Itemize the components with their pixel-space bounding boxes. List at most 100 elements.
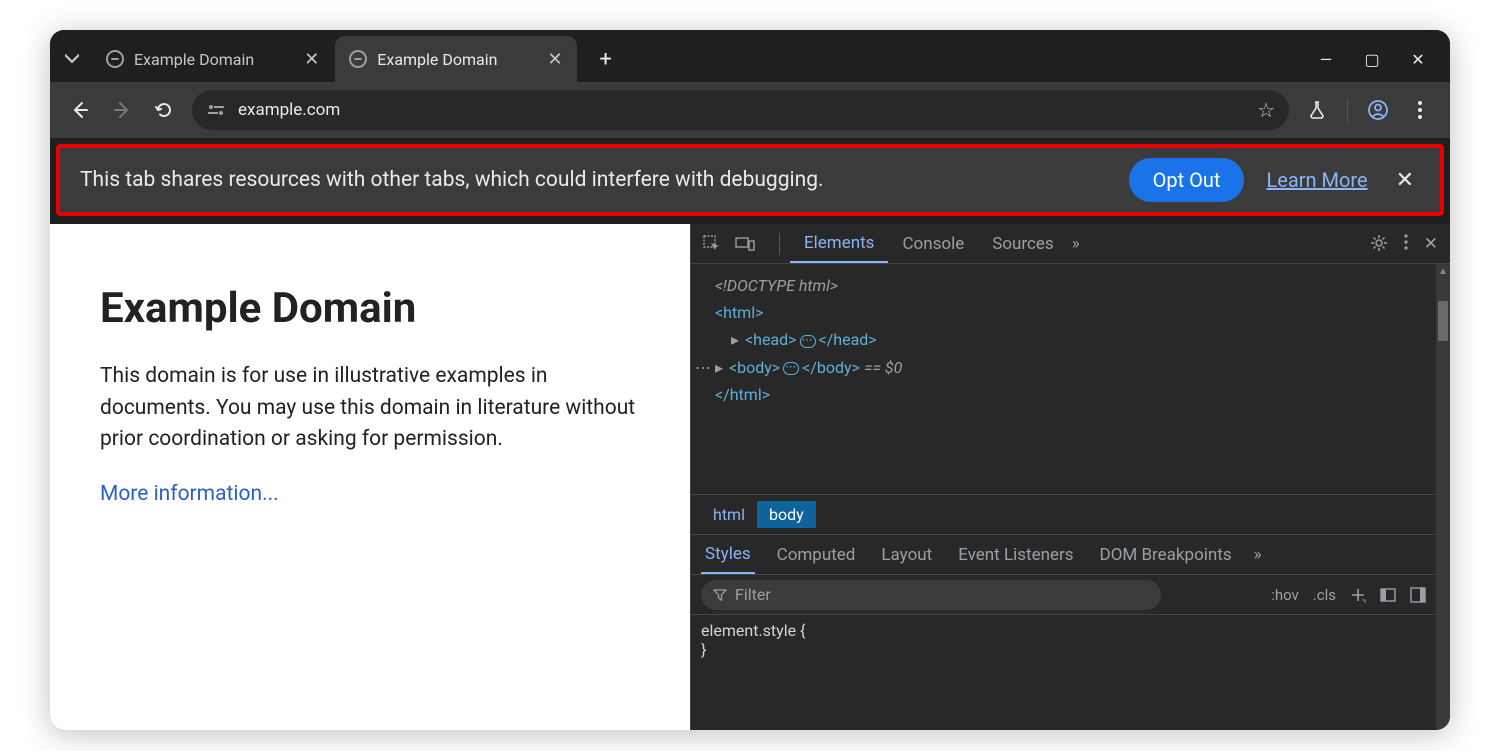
devtools-settings-button[interactable]: [1370, 234, 1388, 254]
subtabs-overflow[interactable]: »: [1254, 545, 1262, 565]
tabs-dropdown[interactable]: [60, 47, 84, 71]
profile-button[interactable]: [1360, 92, 1396, 128]
reload-icon: [154, 100, 174, 120]
panel-icon: [1380, 587, 1396, 603]
crumb-body[interactable]: body: [757, 501, 816, 528]
tab-close-button[interactable]: ✕: [547, 49, 562, 70]
infobar-close-button[interactable]: ✕: [1390, 168, 1420, 193]
filter-input[interactable]: Filter: [701, 580, 1161, 610]
expand-arrow-icon[interactable]: ▸: [731, 326, 745, 353]
device-toggle-button[interactable]: [735, 236, 755, 252]
devtools-tab-console[interactable]: Console: [888, 226, 978, 262]
filter-placeholder: Filter: [735, 585, 771, 604]
subtab-layout[interactable]: Layout: [877, 537, 936, 573]
tune-icon: [206, 103, 226, 117]
device-icon: [735, 236, 755, 252]
subtab-styles[interactable]: Styles: [701, 536, 755, 574]
toolbar-divider: [1347, 98, 1348, 122]
devtools-toolbar: Elements Console Sources » ✕: [691, 224, 1450, 264]
minimize-button[interactable]: —: [1316, 50, 1336, 69]
flask-icon: [1307, 100, 1327, 120]
dom-head-close: </head>: [819, 330, 877, 349]
gear-icon: [1370, 234, 1388, 252]
ellipsis-icon[interactable]: [783, 362, 799, 375]
bookmark-button[interactable]: ☆: [1257, 98, 1275, 122]
scroll-up-arrow[interactable]: ▲: [1436, 264, 1450, 277]
address-bar[interactable]: example.com ☆: [192, 90, 1289, 130]
devtools-main: <!DOCTYPE html> <html> ▸<head></head> ⋯ …: [691, 264, 1436, 730]
devtools-scrollbar[interactable]: ▲: [1436, 264, 1450, 730]
plus-icon: [1350, 587, 1366, 603]
crumb-html[interactable]: html: [701, 501, 757, 528]
devtools-body: <!DOCTYPE html> <html> ▸<head></head> ⋯ …: [691, 264, 1450, 730]
styles-filter-bar: Filter :hov .cls: [691, 575, 1436, 615]
tab-1[interactable]: Example Domain ✕: [335, 36, 576, 82]
tab-title: Example Domain: [134, 50, 254, 69]
hov-toggle[interactable]: :hov: [1271, 586, 1299, 604]
computed-toggle-button[interactable]: [1380, 587, 1396, 603]
devtools-panel: Elements Console Sources » ✕ <!DOCTYPE h: [690, 224, 1450, 730]
tab-close-button[interactable]: ✕: [304, 49, 319, 70]
devtools-menu-button[interactable]: [1404, 234, 1408, 254]
globe-icon: [106, 50, 124, 68]
toolbar-divider: [779, 233, 780, 255]
styles-pane[interactable]: element.style { }: [691, 615, 1436, 665]
inspect-icon: [703, 235, 721, 253]
subtab-event-listeners[interactable]: Event Listeners: [954, 537, 1077, 573]
dom-tree[interactable]: <!DOCTYPE html> <html> ▸<head></head> ⋯ …: [691, 264, 1436, 494]
dom-html-open: <html>: [715, 303, 763, 322]
window-controls: — ▢ ✕: [1316, 50, 1440, 69]
rendering-toggle-button[interactable]: [1410, 587, 1426, 603]
selected-dots-icon: ⋯: [695, 358, 715, 377]
rendered-page: Example Domain This domain is for use in…: [50, 224, 690, 730]
scrollbar-thumb[interactable]: [1438, 301, 1448, 341]
more-info-link[interactable]: More information...: [100, 482, 279, 506]
tab-title: Example Domain: [377, 50, 497, 69]
dom-html-close: </html>: [715, 385, 770, 404]
url-text: example.com: [238, 100, 1245, 120]
devtools-tab-sources[interactable]: Sources: [978, 226, 1067, 262]
opt-out-button[interactable]: Opt Out: [1129, 158, 1245, 202]
new-tab-button[interactable]: +: [589, 42, 623, 76]
dom-doctype: <!DOCTYPE html>: [715, 276, 838, 295]
site-settings-icon[interactable]: [206, 103, 226, 117]
back-button[interactable]: [62, 92, 98, 128]
cls-toggle[interactable]: .cls: [1313, 586, 1336, 604]
style-line: }: [701, 640, 1426, 659]
chevron-down-icon: [65, 52, 79, 66]
expand-arrow-icon[interactable]: ▸: [715, 354, 729, 381]
infobar-message: This tab shares resources with other tab…: [80, 168, 1107, 192]
content-area: Example Domain This domain is for use in…: [50, 224, 1450, 730]
maximize-button[interactable]: ▢: [1362, 50, 1382, 69]
devtools-tab-elements[interactable]: Elements: [790, 225, 888, 263]
breadcrumb: html body: [691, 494, 1436, 535]
styles-tabs: Styles Computed Layout Event Listeners D…: [691, 535, 1436, 575]
devtools-tabs-overflow[interactable]: »: [1072, 234, 1080, 254]
toolbar: example.com ☆: [50, 82, 1450, 138]
dom-body-close: </body>: [802, 358, 860, 377]
devtools-close-button[interactable]: ✕: [1424, 234, 1438, 254]
page-paragraph: This domain is for use in illustrative e…: [100, 361, 640, 456]
close-window-button[interactable]: ✕: [1408, 50, 1428, 69]
learn-more-link[interactable]: Learn More: [1266, 168, 1367, 192]
forward-button[interactable]: [104, 92, 140, 128]
inspect-button[interactable]: [703, 235, 721, 253]
kebab-icon: [1404, 234, 1408, 250]
box-icon: [1410, 587, 1426, 603]
reload-button[interactable]: [146, 92, 182, 128]
dom-head: <head>: [745, 330, 797, 349]
page-heading: Example Domain: [100, 284, 640, 333]
menu-button[interactable]: [1402, 92, 1438, 128]
infobar-container: This tab shares resources with other tab…: [50, 138, 1450, 216]
kebab-icon: [1411, 101, 1429, 119]
new-style-rule-button[interactable]: [1350, 587, 1366, 603]
tab-0[interactable]: Example Domain ✕: [92, 36, 333, 82]
browser-window: Example Domain ✕ Example Domain ✕ + — ▢ …: [50, 30, 1450, 730]
debug-infobar: This tab shares resources with other tab…: [56, 144, 1444, 216]
subtab-computed[interactable]: Computed: [773, 537, 860, 573]
ellipsis-icon[interactable]: [800, 335, 816, 348]
arrow-left-icon: [70, 100, 90, 120]
subtab-dom-breakpoints[interactable]: DOM Breakpoints: [1096, 537, 1236, 573]
globe-icon: [349, 50, 367, 68]
labs-button[interactable]: [1299, 92, 1335, 128]
